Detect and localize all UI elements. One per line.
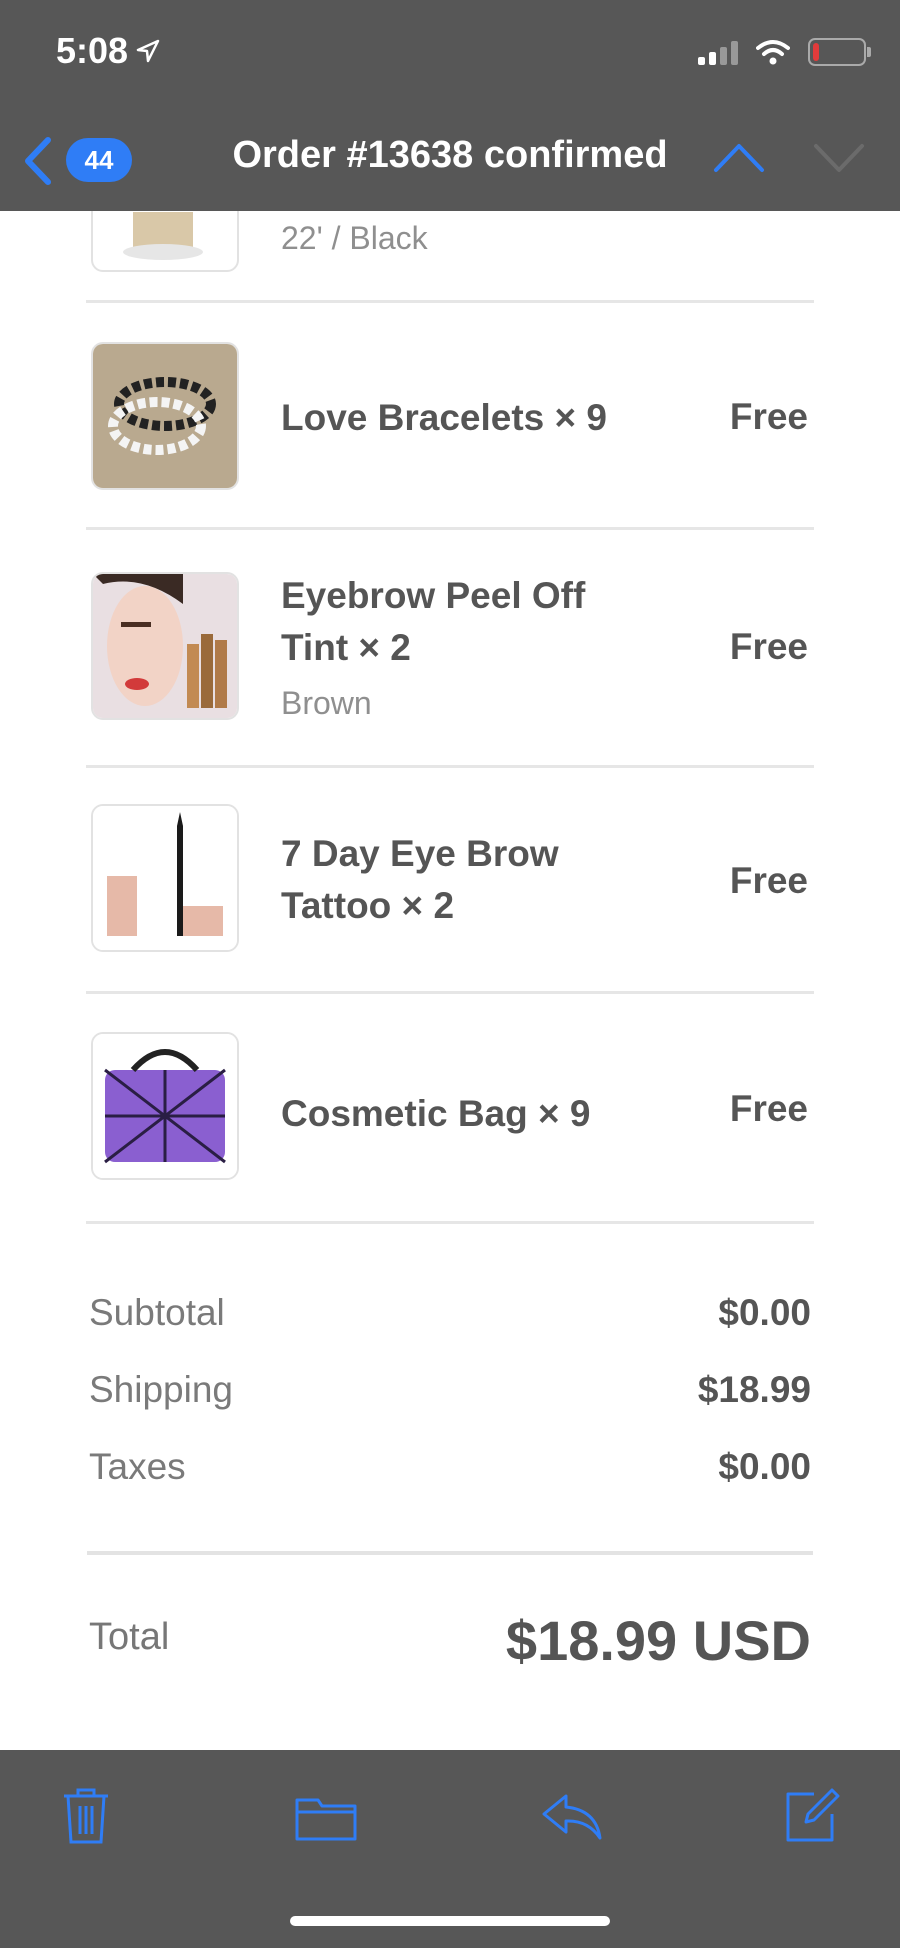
compose-icon[interactable]: [784, 1786, 840, 1844]
folder-icon[interactable]: [294, 1792, 358, 1842]
nav-bar: 44 Order #13638 confirmed: [0, 110, 900, 210]
product-thumbnail: [91, 1032, 239, 1180]
list-item: Eyebrow Peel Off Tint × 2 Brown Free: [86, 530, 814, 768]
subtotal-label: Subtotal: [89, 1292, 225, 1333]
chevron-up-icon[interactable]: [712, 138, 766, 174]
item-name: Eyebrow Peel Off: [281, 575, 586, 616]
item-price: Free: [729, 626, 808, 667]
clock: 5:08: [56, 30, 129, 71]
subtotal-row: Subtotal $0.00: [89, 1292, 811, 1334]
item-price: Free: [729, 860, 808, 901]
item-name: Love Bracelets × 9: [281, 397, 607, 438]
cellular-signal-icon: [698, 39, 738, 65]
item-name: Tint × 2: [281, 627, 411, 668]
list-item: 7 Day Eye Brow Tattoo × 2 Free: [86, 768, 814, 994]
taxes-value: $0.00: [718, 1446, 811, 1487]
item-name: Cosmetic Bag × 9: [281, 1093, 591, 1134]
item-name: 7 Day Eye Brow: [281, 833, 559, 874]
reply-icon[interactable]: [540, 1790, 604, 1842]
status-indicators: [698, 38, 871, 66]
product-thumbnail: [91, 804, 239, 952]
list-item: Cosmetic Bag × 9 Free: [86, 994, 814, 1224]
location-arrow-icon: [136, 39, 160, 63]
top-bar: 5:08 44 Order #13638 confirmed: [0, 0, 900, 211]
shipping-row: Shipping $18.99: [89, 1369, 811, 1411]
shipping-value: $18.99: [697, 1369, 811, 1410]
item-variant: 22' / Black: [281, 220, 428, 256]
item-price: Free: [729, 396, 808, 437]
status-time: 5:08: [56, 30, 160, 72]
home-indicator[interactable]: [290, 1916, 610, 1926]
battery-icon: [808, 38, 871, 66]
divider: [87, 1551, 813, 1555]
taxes-row: Taxes $0.00: [89, 1446, 811, 1488]
item-name: Tattoo × 2: [281, 885, 455, 926]
product-thumbnail: [91, 342, 239, 490]
product-thumbnail: [91, 572, 239, 720]
taxes-label: Taxes: [89, 1446, 186, 1487]
item-price: Free: [729, 1088, 808, 1129]
list-item: Love Bracelets × 9 Free: [86, 302, 814, 530]
total-value: $18.99 USD: [505, 1609, 811, 1672]
subtotal-value: $0.00: [718, 1292, 811, 1333]
trash-icon[interactable]: [60, 1786, 112, 1846]
total-label: Total: [89, 1616, 170, 1658]
chevron-down-icon[interactable]: [812, 138, 866, 174]
shipping-label: Shipping: [89, 1369, 234, 1410]
item-variant: Brown: [281, 685, 372, 721]
wifi-icon: [756, 40, 790, 65]
